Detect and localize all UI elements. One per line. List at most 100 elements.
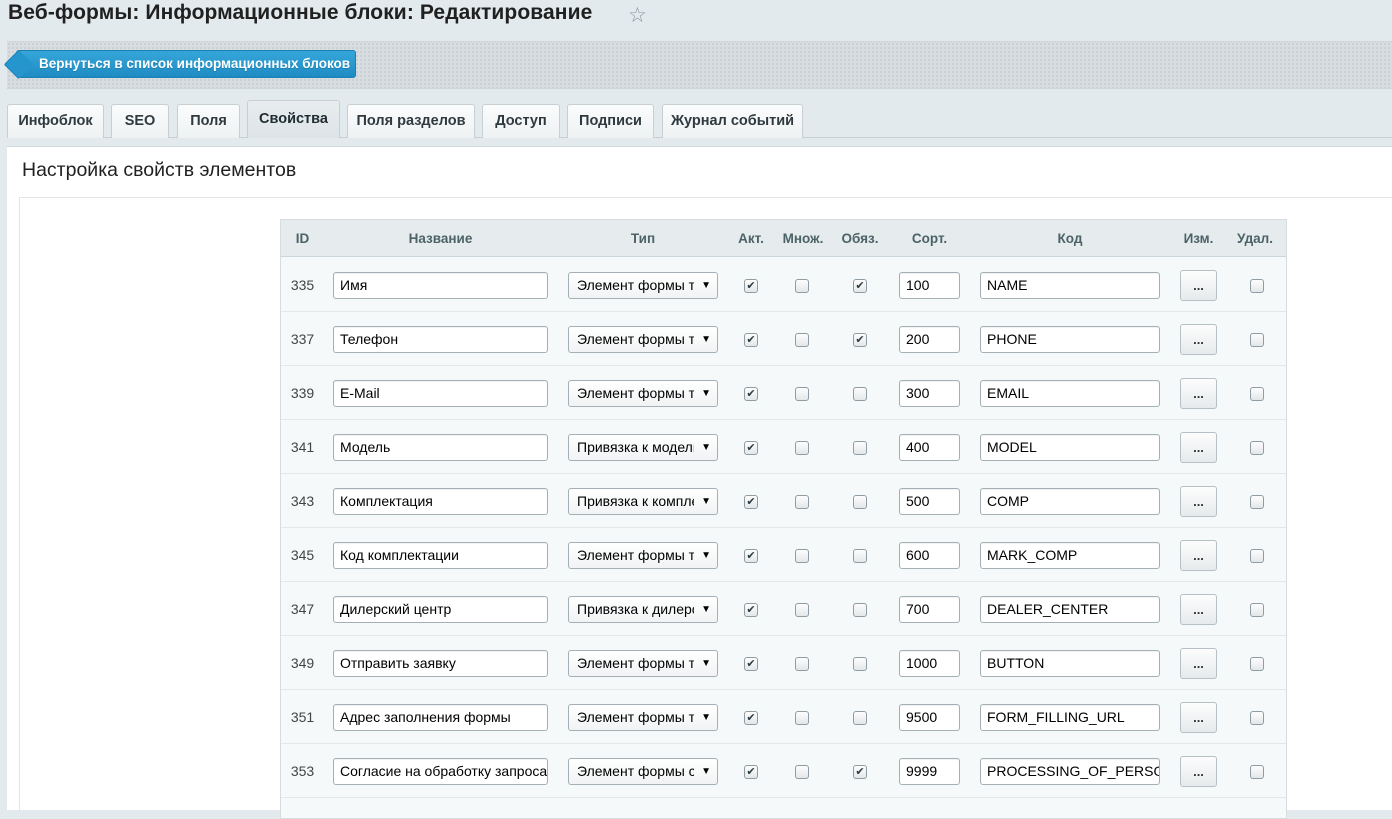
property-type-select[interactable]: Привязка к комплектации ▼ [568, 488, 718, 515]
multiple-checkbox[interactable] [795, 333, 809, 347]
code-input[interactable]: FORM_FILLING_URL [980, 704, 1160, 731]
edit-property-button[interactable]: ... [1180, 756, 1217, 787]
property-name-input[interactable]: Комплектация [333, 488, 548, 515]
property-type-select[interactable]: Привязка к модели ▼ [568, 434, 718, 461]
tab-section-fields[interactable]: Поля разделов [347, 104, 475, 138]
active-checkbox[interactable]: ✔ [744, 657, 758, 671]
required-checkbox[interactable] [853, 657, 867, 671]
required-checkbox[interactable] [853, 441, 867, 455]
sort-input[interactable]: 9500 [899, 704, 960, 731]
property-type-select[interactable]: Элемент формы текст ▼ [568, 380, 718, 407]
active-checkbox[interactable]: ✔ [744, 441, 758, 455]
code-input[interactable]: MODEL [980, 434, 1160, 461]
property-type-select[interactable]: Элемент формы текст ▼ [568, 650, 718, 677]
active-checkbox[interactable]: ✔ [744, 765, 758, 779]
required-checkbox[interactable] [853, 549, 867, 563]
sort-input[interactable]: 1000 [899, 650, 960, 677]
required-checkbox[interactable]: ✔ [853, 765, 867, 779]
required-checkbox[interactable] [853, 603, 867, 617]
edit-property-button[interactable]: ... [1180, 432, 1217, 463]
property-name-input[interactable]: Код комплектации [333, 542, 548, 569]
code-input[interactable]: DEALER_CENTER [980, 596, 1160, 623]
property-type-select[interactable]: Элемент формы текст ▼ [568, 704, 718, 731]
multiple-checkbox[interactable] [795, 765, 809, 779]
tab-infoblock[interactable]: Инфоблок [7, 104, 104, 138]
code-input[interactable]: MARK_COMP [980, 542, 1160, 569]
sort-input[interactable]: 500 [899, 488, 960, 515]
delete-checkbox[interactable] [1250, 495, 1264, 509]
code-input[interactable]: PHONE [980, 326, 1160, 353]
active-checkbox[interactable]: ✔ [744, 387, 758, 401]
delete-checkbox[interactable] [1250, 279, 1264, 293]
property-type-select[interactable]: Элемент формы список ▼ [568, 758, 718, 785]
edit-property-button[interactable]: ... [1180, 324, 1217, 355]
tab-captions[interactable]: Подписи [567, 104, 654, 138]
multiple-checkbox[interactable] [795, 711, 809, 725]
delete-checkbox[interactable] [1250, 333, 1264, 347]
active-checkbox[interactable]: ✔ [744, 333, 758, 347]
delete-checkbox[interactable] [1250, 549, 1264, 563]
code-input[interactable]: COMP [980, 488, 1160, 515]
sort-input[interactable]: 400 [899, 434, 960, 461]
tab-access[interactable]: Доступ [482, 104, 560, 138]
active-checkbox[interactable]: ✔ [744, 711, 758, 725]
property-name-input[interactable]: Согласие на обработку запроса [333, 758, 548, 785]
multiple-checkbox[interactable] [795, 279, 809, 293]
edit-property-button[interactable]: ... [1180, 702, 1217, 733]
multiple-checkbox[interactable] [795, 549, 809, 563]
property-type-select[interactable]: Элемент формы текст ▼ [568, 272, 718, 299]
property-type-select[interactable]: Элемент формы текст ▼ [568, 542, 718, 569]
active-checkbox[interactable]: ✔ [744, 603, 758, 617]
multiple-checkbox[interactable] [795, 657, 809, 671]
code-input[interactable]: EMAIL [980, 380, 1160, 407]
tab-seo[interactable]: SEO [111, 104, 169, 138]
tab-properties[interactable]: Свойства [247, 100, 340, 138]
multiple-checkbox[interactable] [795, 387, 809, 401]
active-checkbox[interactable]: ✔ [744, 495, 758, 509]
delete-checkbox[interactable] [1250, 603, 1264, 617]
property-type-select[interactable]: Элемент формы текст ▼ [568, 326, 718, 353]
multiple-checkbox[interactable] [795, 441, 809, 455]
property-name-input[interactable]: Имя [333, 272, 548, 299]
delete-checkbox[interactable] [1250, 711, 1264, 725]
sort-input[interactable]: 100 [899, 272, 960, 299]
code-input[interactable]: NAME [980, 272, 1160, 299]
required-checkbox[interactable]: ✔ [853, 333, 867, 347]
delete-checkbox[interactable] [1250, 441, 1264, 455]
active-checkbox[interactable]: ✔ [744, 549, 758, 563]
required-checkbox[interactable]: ✔ [853, 279, 867, 293]
sort-input[interactable]: 600 [899, 542, 960, 569]
edit-property-button[interactable]: ... [1180, 270, 1217, 301]
sort-input[interactable]: 700 [899, 596, 960, 623]
property-name-input[interactable]: Адрес заполнения формы [333, 704, 548, 731]
edit-property-button[interactable]: ... [1180, 486, 1217, 517]
property-name-input[interactable]: Отправить заявку [333, 650, 548, 677]
property-name-input[interactable]: Дилерский центр [333, 596, 548, 623]
delete-checkbox[interactable] [1250, 387, 1264, 401]
property-name-input[interactable]: Телефон [333, 326, 548, 353]
code-input[interactable]: BUTTON [980, 650, 1160, 677]
edit-property-button[interactable]: ... [1180, 378, 1217, 409]
required-checkbox[interactable] [853, 711, 867, 725]
code-input[interactable]: PROCESSING_OF_PERSONAL_DATA [980, 758, 1160, 785]
property-name-input[interactable]: Модель [333, 434, 548, 461]
edit-property-button[interactable]: ... [1180, 540, 1217, 571]
sort-input[interactable]: 300 [899, 380, 960, 407]
sort-input[interactable]: 200 [899, 326, 960, 353]
multiple-checkbox[interactable] [795, 603, 809, 617]
star-icon[interactable]: ☆ [628, 3, 647, 28]
edit-property-button[interactable]: ... [1180, 648, 1217, 679]
multiple-checkbox[interactable] [795, 495, 809, 509]
property-name-input[interactable]: E-Mail [333, 380, 548, 407]
required-checkbox[interactable] [853, 495, 867, 509]
edit-property-button[interactable]: ... [1180, 594, 1217, 625]
property-type-select[interactable]: Привязка к дилерскому центру ▼ [568, 596, 718, 623]
delete-checkbox[interactable] [1250, 765, 1264, 779]
back-to-list-button[interactable]: Вернуться в список информационных блоков [16, 50, 356, 78]
sort-input[interactable]: 9999 [899, 758, 960, 785]
tab-fields[interactable]: Поля [177, 104, 240, 138]
active-checkbox[interactable]: ✔ [744, 279, 758, 293]
required-checkbox[interactable] [853, 387, 867, 401]
tab-event-log[interactable]: Журнал событий [662, 104, 803, 138]
delete-checkbox[interactable] [1250, 657, 1264, 671]
